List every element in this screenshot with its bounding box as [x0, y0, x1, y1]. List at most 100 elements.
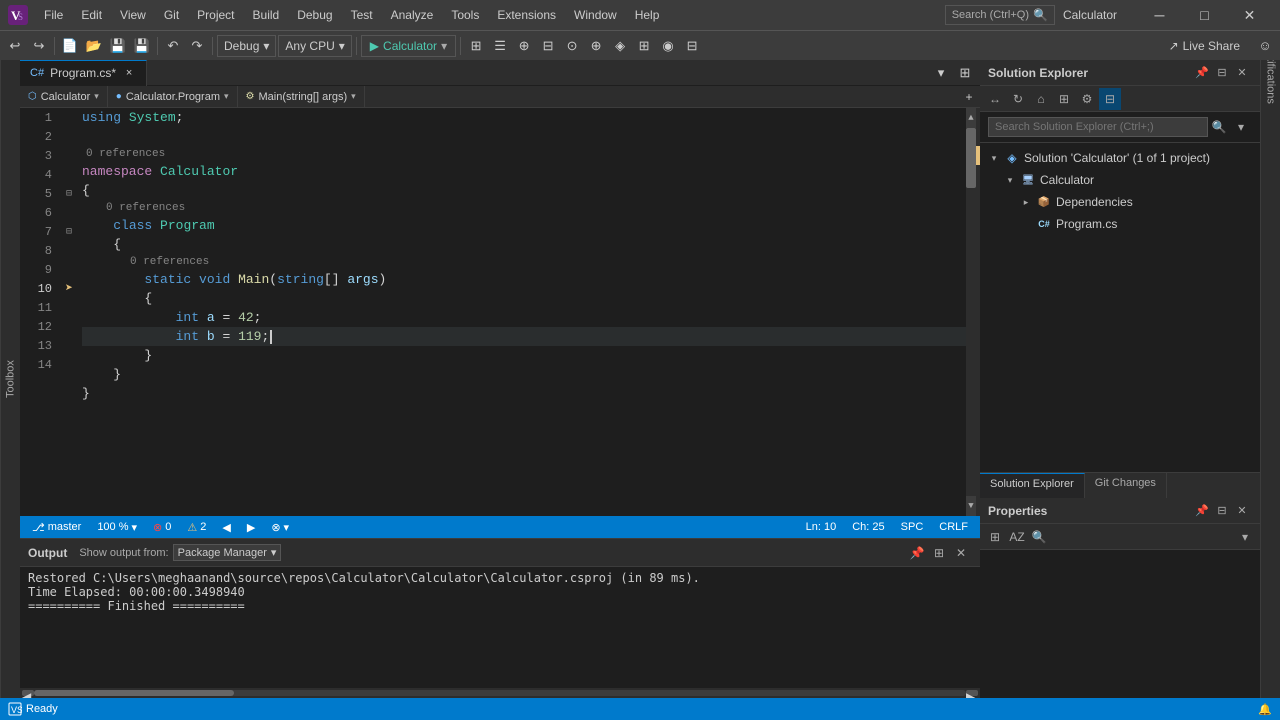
status-spc[interactable]: SPC: [897, 521, 928, 533]
notifications-bell[interactable]: 🔔: [1258, 703, 1272, 716]
se-pin-btn[interactable]: 📌: [1192, 63, 1212, 83]
output-close-btn[interactable]: ✕: [950, 542, 972, 564]
live-share-button[interactable]: ↗ Live Share: [1161, 37, 1248, 55]
toolbar-undo2-btn[interactable]: ↷: [186, 35, 208, 57]
toolbar-btn-h[interactable]: ⊞: [633, 35, 655, 57]
output-float-btn[interactable]: ⊞: [928, 542, 950, 564]
solution-expand-icon[interactable]: ▾: [988, 152, 1000, 164]
toolbar-btn-a[interactable]: ⊞: [465, 35, 487, 57]
toolbar-undo-btn[interactable]: ↶: [162, 35, 184, 57]
nav-class[interactable]: ● Calculator.Program ▾: [108, 86, 238, 108]
menu-test[interactable]: Test: [343, 6, 381, 24]
collapse-icon-5[interactable]: ⊟: [66, 188, 72, 200]
search-box[interactable]: Search (Ctrl+Q) 🔍: [945, 5, 1055, 25]
toolbox-panel[interactable]: Toolbox: [0, 60, 20, 698]
se-search-input[interactable]: [988, 117, 1208, 137]
tree-program-cs[interactable]: C# Program.cs: [980, 213, 1260, 235]
status-ch[interactable]: Ch: 25: [848, 521, 888, 533]
status-errors2[interactable]: ⊗ ▾: [267, 521, 293, 534]
prop-more-btn[interactable]: ▾: [1234, 526, 1256, 548]
platform-dropdown[interactable]: Any CPU ▾: [278, 35, 351, 57]
status-crlf[interactable]: CRLF: [935, 521, 972, 533]
toolbar-btn-j[interactable]: ⊟: [681, 35, 703, 57]
h-scroll-left[interactable]: ◀: [22, 690, 34, 696]
gutter-7[interactable]: ⊟: [60, 222, 78, 241]
menu-debug[interactable]: Debug: [289, 6, 340, 24]
h-scroll-right[interactable]: ▶: [966, 690, 978, 696]
tree-dependencies[interactable]: ▸ 📦 Dependencies: [980, 191, 1260, 213]
se-search-options-btn[interactable]: ▾: [1230, 116, 1252, 138]
prop-close-btn[interactable]: ✕: [1232, 501, 1252, 521]
toolbar-btn-f[interactable]: ⊕: [585, 35, 607, 57]
nav-namespace[interactable]: ⬡ Calculator ▾: [20, 86, 108, 108]
se-tab-solution[interactable]: Solution Explorer: [980, 473, 1085, 498]
toolbar-saveall-btn[interactable]: 💾: [131, 35, 153, 57]
se-tab-git[interactable]: Git Changes: [1085, 473, 1167, 498]
se-home-btn[interactable]: ⌂: [1030, 88, 1052, 110]
menu-extensions[interactable]: Extensions: [489, 6, 564, 24]
nav-method[interactable]: ⚙ Main(string[] args) ▾: [238, 86, 365, 108]
status-zoom[interactable]: 100 % ▾: [93, 521, 141, 534]
nav-add-button[interactable]: +: [958, 86, 980, 108]
toolbar-btn-e[interactable]: ⊙: [561, 35, 583, 57]
prop-pin-btn[interactable]: 📌: [1192, 501, 1212, 521]
menu-analyze[interactable]: Analyze: [383, 6, 442, 24]
status-warnings[interactable]: ⚠ 2: [183, 521, 210, 534]
output-scroll-thumb[interactable]: [34, 690, 234, 696]
minimize-button[interactable]: ─: [1137, 0, 1182, 30]
se-props-btn[interactable]: ⊟: [1099, 88, 1121, 110]
tree-project[interactable]: ▾ 🖥 Calculator: [980, 169, 1260, 191]
menu-tools[interactable]: Tools: [443, 6, 487, 24]
menu-edit[interactable]: Edit: [73, 6, 110, 24]
code-editor[interactable]: 1 2 3 4 5 6 7 8 9 10 11 12 13 14: [20, 108, 980, 516]
toolbar-btn-g[interactable]: ◈: [609, 35, 631, 57]
tab-list-button[interactable]: ▾: [930, 62, 952, 84]
toolbar-fwd-btn[interactable]: ↪: [28, 35, 50, 57]
toolbar-btn-c[interactable]: ⊕: [513, 35, 535, 57]
output-source-dropdown[interactable]: Package Manager ▾: [173, 544, 282, 561]
prop-options-btn[interactable]: ▾: [1234, 526, 1256, 548]
se-search-btn[interactable]: 🔍: [1208, 116, 1230, 138]
notifications-label[interactable]: Notifications: [1261, 64, 1280, 84]
output-pin-btn[interactable]: 📌: [906, 542, 928, 564]
menu-build[interactable]: Build: [245, 6, 288, 24]
scroll-up-btn[interactable]: ▲: [966, 108, 976, 128]
code-content[interactable]: using System; 0 references namespace Cal…: [78, 108, 966, 516]
menu-project[interactable]: Project: [189, 6, 242, 24]
gutter-5[interactable]: ⊟: [60, 184, 78, 203]
toolbar-save-btn[interactable]: 💾: [107, 35, 129, 57]
se-close-btn[interactable]: ✕: [1232, 63, 1252, 83]
se-refresh-btn[interactable]: ↻: [1007, 88, 1029, 110]
project-expand-icon[interactable]: ▾: [1004, 174, 1016, 186]
toolbar-feedback-btn[interactable]: ☺: [1254, 35, 1276, 57]
active-tab[interactable]: C# Program.cs* ×: [20, 60, 147, 86]
menu-window[interactable]: Window: [566, 6, 625, 24]
status-nav-back[interactable]: ◀: [218, 521, 234, 534]
tab-close-button[interactable]: ×: [122, 66, 136, 80]
toolbar-btn-i[interactable]: ◉: [657, 35, 679, 57]
se-syncfs-btn[interactable]: ↔: [984, 88, 1006, 110]
tree-solution[interactable]: ▾ ◈ Solution 'Calculator' (1 of 1 projec…: [980, 147, 1260, 169]
prop-search-btn[interactable]: 🔍: [1028, 526, 1050, 548]
scroll-down-btn[interactable]: ▼: [966, 496, 976, 516]
status-nav-fwd[interactable]: ▶: [243, 521, 259, 534]
maximize-button[interactable]: □: [1182, 0, 1227, 30]
prop-dock-btn[interactable]: ⊟: [1212, 501, 1232, 521]
menu-help[interactable]: Help: [627, 6, 668, 24]
prop-cat-btn[interactable]: ⊞: [984, 526, 1006, 548]
se-show-all-btn[interactable]: ⊞: [1053, 88, 1075, 110]
toolbar-back-btn[interactable]: ↩: [4, 35, 26, 57]
tab-split-button[interactable]: ⊞: [954, 62, 976, 84]
prop-alpha-btn[interactable]: AZ: [1006, 526, 1028, 548]
editor-scrollbar[interactable]: ▲ ▼: [966, 108, 976, 516]
output-scrollbar-h[interactable]: ◀ ▶: [20, 688, 980, 698]
collapse-icon-7[interactable]: ⊟: [66, 226, 72, 238]
scroll-thumb[interactable]: [966, 128, 976, 188]
se-dock-btn[interactable]: ⊟: [1212, 63, 1232, 83]
menu-file[interactable]: File: [36, 6, 71, 24]
close-button[interactable]: ✕: [1227, 0, 1272, 30]
toolbar-open-btn[interactable]: 📂: [83, 35, 105, 57]
status-errors[interactable]: ⊗ 0: [149, 521, 175, 534]
menu-view[interactable]: View: [112, 6, 154, 24]
toolbar-btn-b[interactable]: ☰: [489, 35, 511, 57]
